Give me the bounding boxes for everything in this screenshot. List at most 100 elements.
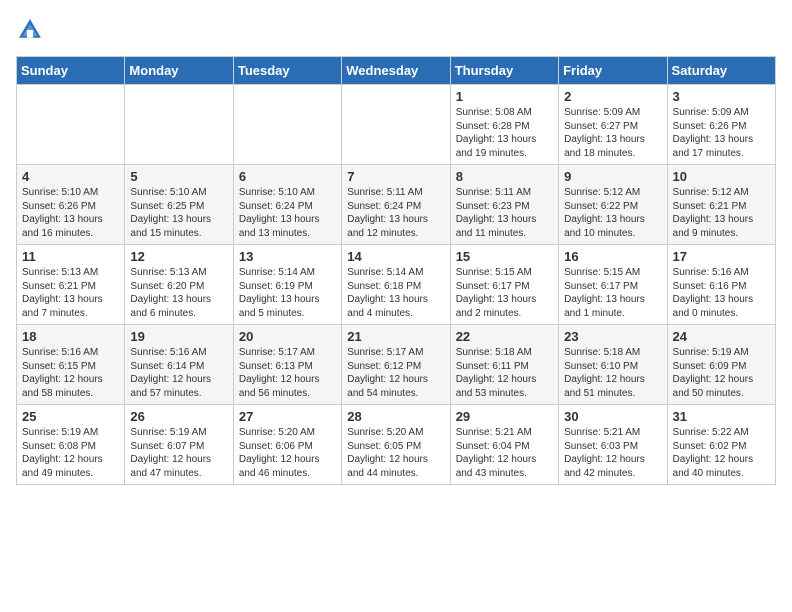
calendar-cell: 14 Sunrise: 5:14 AM Sunset: 6:18 PM Dayli…: [342, 245, 450, 325]
day-number: 2: [564, 89, 661, 104]
day-info: Sunrise: 5:13 AM Sunset: 6:21 PM Dayligh…: [22, 266, 119, 320]
day-number: 22: [456, 329, 553, 344]
day-info: Sunrise: 5:10 AM Sunset: 6:25 PM Dayligh…: [130, 186, 227, 240]
day-info: Sunrise: 5:15 AM Sunset: 6:17 PM Dayligh…: [564, 266, 661, 320]
day-number: 20: [239, 329, 336, 344]
calendar-week-row: 4Sunrise: 5:10 AM Sunset: 6:26 PM Daylig…: [17, 165, 776, 245]
day-number: 15: [456, 249, 553, 264]
day-number: 13: [239, 249, 336, 264]
day-number: 9: [564, 169, 661, 184]
day-number: 25: [22, 409, 119, 424]
calendar-cell: 2 Sunrise: 5:09 AM Sunset: 6:27 PM Daylig…: [559, 85, 667, 165]
weekday-header-wednesday: Wednesday: [342, 57, 450, 85]
day-info: Sunrise: 5:10 AM Sunset: 6:24 PM Dayligh…: [239, 186, 336, 240]
day-info: Sunrise: 5:19 AM Sunset: 6:07 PM Dayligh…: [130, 426, 227, 480]
day-number: 31: [673, 409, 770, 424]
calendar-cell: 17 Sunrise: 5:16 AM Sunset: 6:16 PM Dayli…: [667, 245, 775, 325]
day-number: 3: [673, 89, 770, 104]
day-info: Sunrise: 5:12 AM Sunset: 6:22 PM Dayligh…: [564, 186, 661, 240]
calendar-cell: 24 Sunrise: 5:19 AM Sunset: 6:09 PM Dayli…: [667, 325, 775, 405]
day-info: Sunrise: 5:19 AM Sunset: 6:08 PM Dayligh…: [22, 426, 119, 480]
day-info: Sunrise: 5:15 AM Sunset: 6:17 PM Dayligh…: [456, 266, 553, 320]
weekday-header-thursday: Thursday: [450, 57, 558, 85]
day-info: Sunrise: 5:16 AM Sunset: 6:16 PM Dayligh…: [673, 266, 770, 320]
calendar-week-row: 1 Sunrise: 5:08 AM Sunset: 6:28 PM Daylig…: [17, 85, 776, 165]
calendar-cell: 31 Sunrise: 5:22 AM Sunset: 6:02 PM Dayli…: [667, 405, 775, 485]
day-info: Sunrise: 5:11 AM Sunset: 6:24 PM Dayligh…: [347, 186, 444, 240]
weekday-header-sunday: Sunday: [17, 57, 125, 85]
day-info: Sunrise: 5:20 AM Sunset: 6:05 PM Dayligh…: [347, 426, 444, 480]
day-info: Sunrise: 5:22 AM Sunset: 6:02 PM Dayligh…: [673, 426, 770, 480]
calendar-cell: 11 Sunrise: 5:13 AM Sunset: 6:21 PM Dayli…: [17, 245, 125, 325]
calendar-week-row: 11 Sunrise: 5:13 AM Sunset: 6:21 PM Dayli…: [17, 245, 776, 325]
calendar-cell: 23 Sunrise: 5:18 AM Sunset: 6:10 PM Dayli…: [559, 325, 667, 405]
day-info: Sunrise: 5:20 AM Sunset: 6:06 PM Dayligh…: [239, 426, 336, 480]
calendar-cell: 26Sunrise: 5:19 AM Sunset: 6:07 PM Dayli…: [125, 405, 233, 485]
day-number: 16: [564, 249, 661, 264]
calendar-cell: 6Sunrise: 5:10 AM Sunset: 6:24 PM Daylig…: [233, 165, 341, 245]
calendar-cell: 8 Sunrise: 5:11 AM Sunset: 6:23 PM Daylig…: [450, 165, 558, 245]
calendar-cell: 21 Sunrise: 5:17 AM Sunset: 6:12 PM Dayli…: [342, 325, 450, 405]
calendar-cell: 20 Sunrise: 5:17 AM Sunset: 6:13 PM Dayli…: [233, 325, 341, 405]
calendar-cell: 30 Sunrise: 5:21 AM Sunset: 6:03 PM Dayli…: [559, 405, 667, 485]
day-number: 21: [347, 329, 444, 344]
calendar-cell: 16 Sunrise: 5:15 AM Sunset: 6:17 PM Dayli…: [559, 245, 667, 325]
logo-icon: [16, 16, 44, 44]
day-number: 18: [22, 329, 119, 344]
logo: [16, 16, 48, 44]
day-info: Sunrise: 5:19 AM Sunset: 6:09 PM Dayligh…: [673, 346, 770, 400]
calendar-cell: 5 Sunrise: 5:10 AM Sunset: 6:25 PM Daylig…: [125, 165, 233, 245]
day-number: 14: [347, 249, 444, 264]
calendar-cell: 9 Sunrise: 5:12 AM Sunset: 6:22 PM Daylig…: [559, 165, 667, 245]
calendar-week-row: 25 Sunrise: 5:19 AM Sunset: 6:08 PM Dayli…: [17, 405, 776, 485]
day-number: 12: [130, 249, 227, 264]
day-number: 1: [456, 89, 553, 104]
calendar-cell: 25 Sunrise: 5:19 AM Sunset: 6:08 PM Dayli…: [17, 405, 125, 485]
day-number: 11: [22, 249, 119, 264]
calendar-cell: 4Sunrise: 5:10 AM Sunset: 6:26 PM Daylig…: [17, 165, 125, 245]
calendar-cell: [342, 85, 450, 165]
day-number: 27: [239, 409, 336, 424]
calendar-week-row: 18Sunrise: 5:16 AM Sunset: 6:15 PM Dayli…: [17, 325, 776, 405]
calendar-cell: [125, 85, 233, 165]
day-number: 17: [673, 249, 770, 264]
day-number: 8: [456, 169, 553, 184]
calendar-cell: 12 Sunrise: 5:13 AM Sunset: 6:20 PM Dayli…: [125, 245, 233, 325]
calendar-table: SundayMondayTuesdayWednesdayThursdayFrid…: [16, 56, 776, 485]
day-number: 24: [673, 329, 770, 344]
day-info: Sunrise: 5:17 AM Sunset: 6:13 PM Dayligh…: [239, 346, 336, 400]
day-number: 7: [347, 169, 444, 184]
day-info: Sunrise: 5:08 AM Sunset: 6:28 PM Dayligh…: [456, 106, 553, 160]
calendar-cell: 10 Sunrise: 5:12 AM Sunset: 6:21 PM Dayli…: [667, 165, 775, 245]
calendar-cell: 19 Sunrise: 5:16 AM Sunset: 6:14 PM Dayli…: [125, 325, 233, 405]
calendar-cell: 3 Sunrise: 5:09 AM Sunset: 6:26 PM Daylig…: [667, 85, 775, 165]
day-number: 5: [130, 169, 227, 184]
day-number: 19: [130, 329, 227, 344]
day-info: Sunrise: 5:09 AM Sunset: 6:26 PM Dayligh…: [673, 106, 770, 160]
weekday-header-friday: Friday: [559, 57, 667, 85]
day-info: Sunrise: 5:14 AM Sunset: 6:19 PM Dayligh…: [239, 266, 336, 320]
day-info: Sunrise: 5:12 AM Sunset: 6:21 PM Dayligh…: [673, 186, 770, 240]
day-info: Sunrise: 5:18 AM Sunset: 6:11 PM Dayligh…: [456, 346, 553, 400]
day-number: 28: [347, 409, 444, 424]
day-info: Sunrise: 5:09 AM Sunset: 6:27 PM Dayligh…: [564, 106, 661, 160]
weekday-header-tuesday: Tuesday: [233, 57, 341, 85]
calendar-cell: 13 Sunrise: 5:14 AM Sunset: 6:19 PM Dayli…: [233, 245, 341, 325]
day-info: Sunrise: 5:16 AM Sunset: 6:14 PM Dayligh…: [130, 346, 227, 400]
day-number: 10: [673, 169, 770, 184]
day-info: Sunrise: 5:10 AM Sunset: 6:26 PM Dayligh…: [22, 186, 119, 240]
calendar-cell: 15 Sunrise: 5:15 AM Sunset: 6:17 PM Dayli…: [450, 245, 558, 325]
calendar-header-row: SundayMondayTuesdayWednesdayThursdayFrid…: [17, 57, 776, 85]
day-info: Sunrise: 5:21 AM Sunset: 6:03 PM Dayligh…: [564, 426, 661, 480]
day-info: Sunrise: 5:14 AM Sunset: 6:18 PM Dayligh…: [347, 266, 444, 320]
day-number: 23: [564, 329, 661, 344]
day-info: Sunrise: 5:13 AM Sunset: 6:20 PM Dayligh…: [130, 266, 227, 320]
page-header: [16, 16, 776, 44]
calendar-cell: 1 Sunrise: 5:08 AM Sunset: 6:28 PM Daylig…: [450, 85, 558, 165]
day-info: Sunrise: 5:18 AM Sunset: 6:10 PM Dayligh…: [564, 346, 661, 400]
day-number: 30: [564, 409, 661, 424]
calendar-cell: 7 Sunrise: 5:11 AM Sunset: 6:24 PM Daylig…: [342, 165, 450, 245]
day-info: Sunrise: 5:11 AM Sunset: 6:23 PM Dayligh…: [456, 186, 553, 240]
day-info: Sunrise: 5:17 AM Sunset: 6:12 PM Dayligh…: [347, 346, 444, 400]
calendar-cell: 18Sunrise: 5:16 AM Sunset: 6:15 PM Dayli…: [17, 325, 125, 405]
